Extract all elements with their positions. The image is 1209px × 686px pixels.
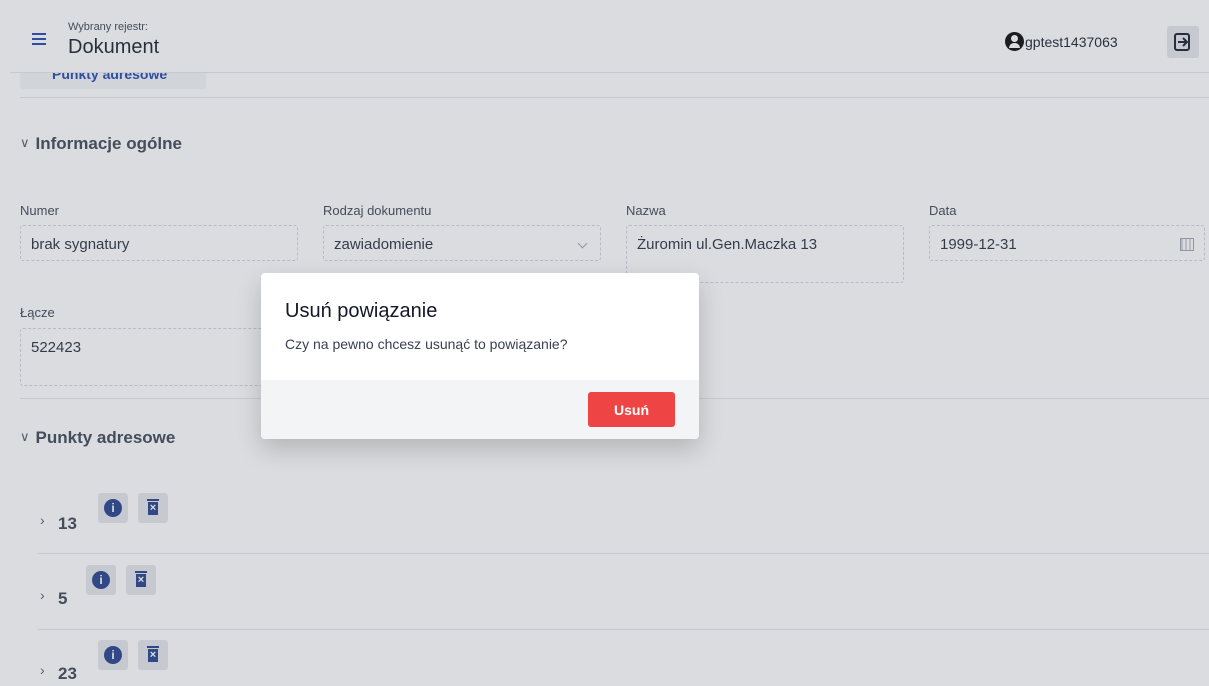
dialog-message: Czy na pewno chcesz usunąć to powiązanie… bbox=[285, 336, 568, 352]
dialog-title: Usuń powiązanie bbox=[285, 300, 438, 322]
dialog-footer: Usuń bbox=[261, 380, 699, 439]
confirm-dialog: Usuń powiązanie Czy na pewno chcesz usun… bbox=[261, 273, 699, 439]
confirm-delete-button[interactable]: Usuń bbox=[588, 392, 675, 427]
